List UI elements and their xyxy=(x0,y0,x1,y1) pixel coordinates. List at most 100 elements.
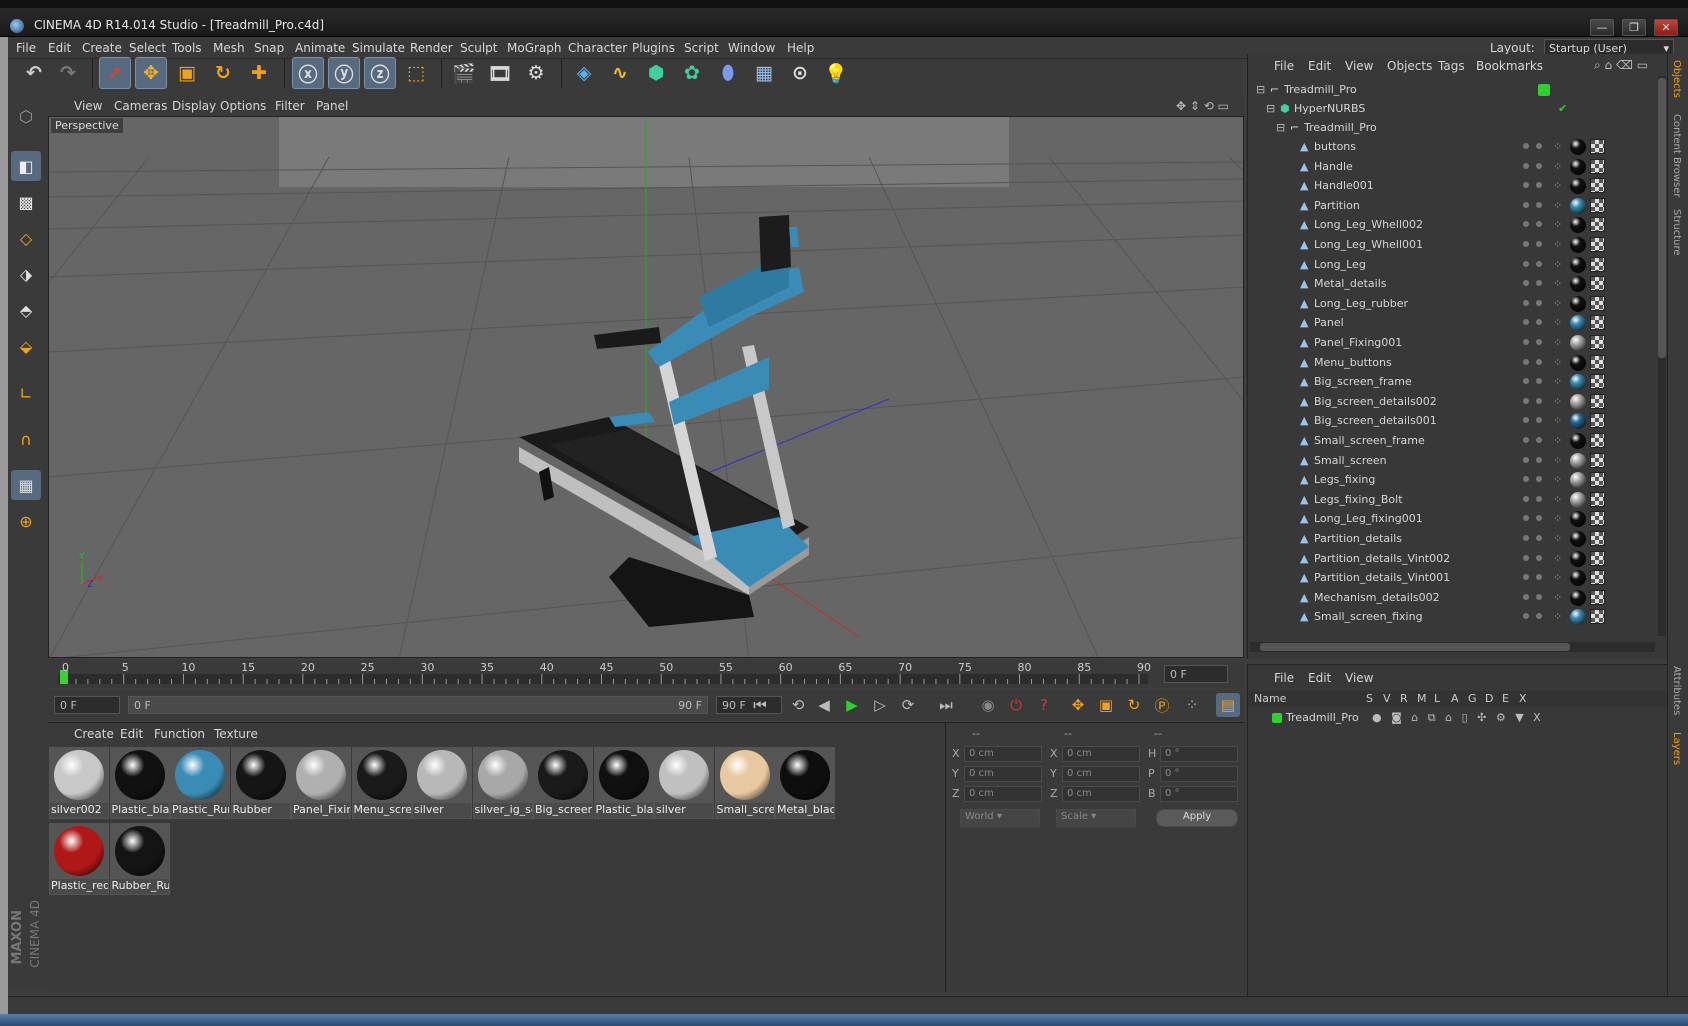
edges-mode-icon[interactable]: ⬘ xyxy=(11,295,41,325)
tab-content-browser[interactable]: Content Browser xyxy=(1671,114,1682,197)
visibility-dot[interactable] xyxy=(1523,593,1529,600)
menu-script[interactable]: Script xyxy=(684,41,719,55)
uvw-tag-icon[interactable] xyxy=(1590,589,1605,605)
material-tag-icon[interactable] xyxy=(1570,295,1586,312)
viewport-menu-options[interactable]: Options xyxy=(220,99,266,113)
material-swatch[interactable]: Rubber_Ru xyxy=(109,823,170,895)
phong-tag-icon[interactable]: ⁘ xyxy=(1553,395,1562,408)
material-tag-icon[interactable] xyxy=(1570,354,1586,371)
phong-tag-icon[interactable]: ⁘ xyxy=(1553,454,1562,467)
array-icon[interactable]: ✿ xyxy=(676,57,708,89)
visibility-dot[interactable] xyxy=(1523,378,1529,385)
material-tag-icon[interactable] xyxy=(1570,589,1586,606)
render-dot[interactable] xyxy=(1536,417,1542,424)
render-dot[interactable] xyxy=(1536,143,1542,149)
viewport-camera-label[interactable]: Perspective xyxy=(51,118,123,133)
menu-window[interactable]: Window xyxy=(728,41,775,55)
rotation-b-field[interactable]: 0 ° xyxy=(1160,786,1238,802)
visibility-dot[interactable] xyxy=(1523,554,1529,561)
uvw-tag-icon[interactable] xyxy=(1590,354,1605,370)
record-keys-icon[interactable]: ◉ xyxy=(976,693,1000,717)
menu-sculpt[interactable]: Sculpt xyxy=(460,41,497,55)
visibility-dot[interactable] xyxy=(1523,515,1529,522)
material-tag-icon[interactable] xyxy=(1570,276,1586,293)
position-y-field[interactable]: 0 cm xyxy=(964,766,1042,782)
rotation-p-field[interactable]: 0 ° xyxy=(1160,766,1238,782)
render-dot[interactable] xyxy=(1536,554,1542,561)
material-swatch[interactable]: silver_ig_sc xyxy=(472,747,533,819)
current-frame-field[interactable]: 0 F xyxy=(1164,665,1228,683)
menu-animate[interactable]: Animate xyxy=(295,41,345,55)
phong-tag-icon[interactable]: ⁘ xyxy=(1553,375,1562,388)
timeline-ruler[interactable]: 0 5 10 15 20 25 30 35 40 45 50 55 60 65 70 75 80 85 90 0 F xyxy=(48,660,1244,688)
camera-icon[interactable]: ⊙ xyxy=(784,57,816,89)
render-to-picture-viewer-icon[interactable]: 🎞 xyxy=(484,57,516,89)
visibility-dot[interactable] xyxy=(1523,495,1529,502)
tab-objects[interactable]: Objects xyxy=(1671,60,1682,98)
uvw-tag-icon[interactable] xyxy=(1590,472,1605,488)
menu-mesh[interactable]: Mesh xyxy=(213,41,245,55)
material-swatch[interactable]: silver xyxy=(412,747,472,819)
workplane-icon[interactable]: ◇ xyxy=(11,223,41,253)
uvw-tag-icon[interactable] xyxy=(1590,256,1605,272)
phong-tag-icon[interactable]: ⁘ xyxy=(1553,258,1562,271)
key-position-icon[interactable]: ✥ xyxy=(1066,693,1090,717)
menu-character[interactable]: Character xyxy=(568,41,627,55)
material-swatch[interactable]: Plastic_red xyxy=(49,823,109,895)
uvw-tag-icon[interactable] xyxy=(1590,139,1605,154)
visibility-dot[interactable] xyxy=(1523,162,1529,169)
uvw-tag-icon[interactable] xyxy=(1590,374,1605,390)
visibility-dot[interactable] xyxy=(1523,437,1529,443)
material-tag-icon[interactable] xyxy=(1570,393,1586,410)
object-row[interactable]: ▲ Big_screen_details002 ⁘ xyxy=(1248,392,1658,412)
axis-mode-icon[interactable]: ∟ xyxy=(11,378,41,408)
phong-tag-icon[interactable]: ⁘ xyxy=(1553,512,1562,525)
key-scale-icon[interactable]: ▣ xyxy=(1094,693,1118,717)
layer-flags-icons[interactable]: ● ◙ ⌂ ⧉ ⌂ ▯ ✣ ⚙ ▼ X xyxy=(1372,711,1544,725)
phong-tag-icon[interactable]: ⁘ xyxy=(1553,356,1562,369)
material-tag-icon[interactable] xyxy=(1570,315,1586,332)
layer-column-r[interactable]: R xyxy=(1400,692,1408,705)
material-tag-icon[interactable] xyxy=(1570,511,1586,528)
layer-column-m[interactable]: M xyxy=(1417,692,1427,705)
material-tag-icon[interactable] xyxy=(1570,531,1586,547)
collapse-icon[interactable]: ⊟ xyxy=(1256,83,1265,96)
uvw-tag-icon[interactable] xyxy=(1590,158,1605,174)
material-tag-icon[interactable] xyxy=(1570,197,1586,214)
material-swatch[interactable]: silver xyxy=(654,747,714,819)
visibility-dot[interactable] xyxy=(1523,260,1529,267)
size-z-field[interactable]: 0 cm xyxy=(1062,786,1140,802)
tab-layers[interactable]: Layers xyxy=(1671,732,1682,765)
object-row[interactable]: ▲ Long_Leg ⁘ xyxy=(1248,255,1658,275)
object-menu-tags[interactable]: Tags xyxy=(1438,59,1465,73)
material-swatch[interactable]: Plastic_Rur xyxy=(170,747,230,819)
material-tag-icon[interactable] xyxy=(1570,374,1586,391)
previous-frame-icon[interactable]: ◀ xyxy=(812,693,836,717)
phong-tag-icon[interactable]: ⁘ xyxy=(1553,179,1562,192)
undo-icon[interactable]: ↶ xyxy=(18,57,50,89)
size-mode-select[interactable]: Scale ▾ xyxy=(1056,809,1136,827)
render-dot[interactable] xyxy=(1536,495,1542,502)
material-tag-icon[interactable] xyxy=(1570,237,1586,253)
uvw-tag-icon[interactable] xyxy=(1590,531,1605,546)
material-swatch[interactable]: Metal_blac xyxy=(775,747,835,819)
key-rotation-icon[interactable]: ↻ xyxy=(1122,693,1146,717)
render-dot[interactable] xyxy=(1536,260,1542,267)
floor-icon[interactable]: ▦ xyxy=(748,57,780,89)
material-swatch[interactable]: Panel_Fixin xyxy=(291,747,351,819)
material-tag-icon[interactable] xyxy=(1570,217,1586,234)
render-dot[interactable] xyxy=(1536,358,1542,365)
menu-help[interactable]: Help xyxy=(787,41,814,55)
phong-tag-icon[interactable]: ⁘ xyxy=(1553,297,1562,310)
object-row[interactable]: ▲ buttons ⁘ xyxy=(1248,137,1658,157)
keyframe-selection-icon[interactable]: ? xyxy=(1032,693,1056,717)
visibility-dot[interactable] xyxy=(1523,535,1529,541)
material-tag-icon[interactable] xyxy=(1570,335,1586,351)
phong-tag-icon[interactable]: ⁘ xyxy=(1553,199,1562,212)
material-tag-icon[interactable] xyxy=(1570,139,1586,155)
phong-tag-icon[interactable]: ⁘ xyxy=(1553,434,1562,447)
render-dot[interactable] xyxy=(1536,201,1542,208)
object-menu-file[interactable]: File xyxy=(1274,59,1294,73)
position-z-field[interactable]: 0 cm xyxy=(964,786,1042,802)
material-tag-icon[interactable] xyxy=(1570,491,1586,508)
